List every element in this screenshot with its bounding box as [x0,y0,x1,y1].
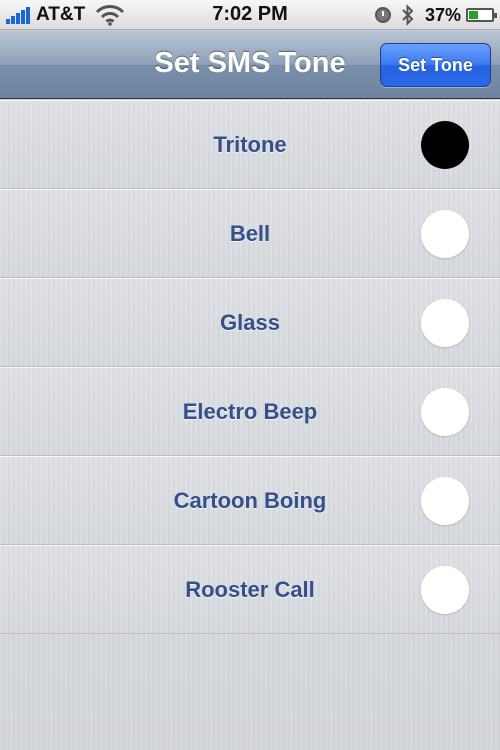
radio-icon[interactable] [421,566,469,614]
status-bar: AT&T 7:02 PM 37% [0,0,500,30]
radio-icon[interactable] [421,299,469,347]
radio-icon[interactable] [421,121,469,169]
tone-row-electro-beep[interactable]: Electro Beep [0,367,500,456]
radio-icon[interactable] [421,477,469,525]
battery-icon [466,8,497,22]
tone-list: Tritone Bell Glass Electro Beep Cartoon … [0,100,500,750]
battery-fill [469,11,478,19]
bluetooth-icon [402,4,414,26]
navigation-bar: Set SMS Tone Set Tone [0,31,500,99]
tone-row-bell[interactable]: Bell [0,189,500,278]
tone-row-cartoon-boing[interactable]: Cartoon Boing [0,456,500,545]
set-tone-button[interactable]: Set Tone [380,43,491,87]
battery-percent: 37% [424,4,461,25]
tone-row-rooster-call[interactable]: Rooster Call [0,545,500,634]
status-right: 37% [374,4,497,26]
tone-row-glass[interactable]: Glass [0,278,500,367]
radio-icon[interactable] [421,388,469,436]
tone-row-tritone[interactable]: Tritone [0,100,500,189]
radio-icon[interactable] [421,210,469,258]
clock-icon [374,7,391,23]
